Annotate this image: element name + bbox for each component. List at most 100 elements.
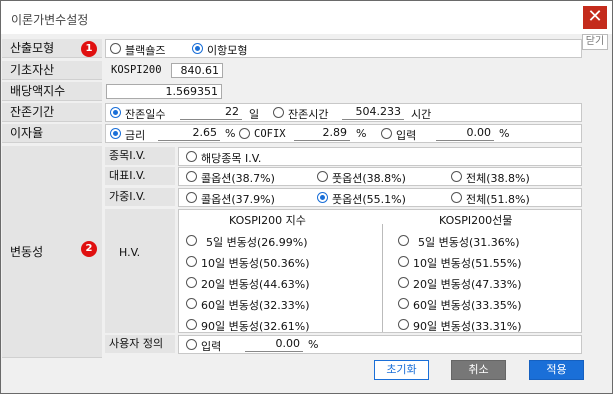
hv-k200-90d-label: 90일 변동성(32.61%): [201, 320, 310, 333]
wgt-iv-put-label: 풋옵션(55.1%): [332, 193, 406, 206]
hv-k200-20d-radio[interactable]: [186, 277, 197, 288]
user-defined-option: 입력: [201, 340, 222, 353]
interest-custom-label: 입력: [396, 129, 417, 142]
user-defined-radio[interactable]: [186, 339, 197, 350]
hv-fut-10d-radio[interactable]: [398, 256, 409, 267]
interest-label-text: 이자율: [10, 126, 44, 140]
underlying-value: 840.61: [171, 63, 223, 78]
hv-k200-10d-label: 10일 변동성(50.36%): [201, 257, 310, 270]
user-defined-row: 입력 0.00 %: [178, 335, 582, 354]
wgt-iv-call-label: 콜옵션(37.9%): [201, 193, 275, 206]
volatility-label-text: 변동성: [10, 245, 44, 259]
rep-iv-put-radio[interactable]: [317, 171, 328, 182]
hv-k200-90d-radio[interactable]: [186, 319, 197, 330]
dividend-label: 배당액지수: [2, 82, 102, 101]
hv-col2-title: KOSPI200선물: [439, 214, 513, 227]
rep-iv-all-label: 전체(38.8%): [466, 172, 530, 185]
hv-fut-90d-label: 90일 변동성(33.31%): [413, 320, 522, 333]
hide-button[interactable]: 닫기: [582, 34, 608, 50]
rep-iv-label: 대표I.V.: [105, 167, 175, 185]
hv-k200-5d-radio[interactable]: [186, 235, 197, 246]
remaining-label: 잔존기간: [2, 103, 102, 122]
calc-model-label-text: 산출모형: [10, 41, 55, 55]
wgt-iv-label: 가중I.V.: [105, 188, 175, 206]
cofix-input[interactable]: 2.89: [294, 126, 350, 141]
blackscholes-label: 블랙숄즈: [125, 44, 166, 57]
interest-custom-input[interactable]: 0.00: [436, 126, 494, 141]
interest-rate-unit: %: [225, 127, 236, 140]
interest-row: 금리 2.65 % COFIX 2.89 % 입력 0.00 %: [105, 124, 582, 143]
close-button[interactable]: ✕: [583, 6, 607, 29]
remaining-days-label: 잔존일수: [125, 108, 166, 121]
hv-fut-90d-radio[interactable]: [398, 319, 409, 330]
hv-panel: KOSPI200 지수 KOSPI200선물 5일 변동성(26.99%) 10…: [178, 209, 582, 333]
underlying-name: KOSPI200: [111, 64, 162, 76]
interest-custom-unit: %: [499, 127, 510, 140]
interest-rate-label: 금리: [125, 129, 146, 142]
wgt-iv-all-label: 전체(51.8%): [466, 193, 530, 206]
rep-iv-put-label: 풋옵션(38.8%): [332, 172, 406, 185]
rep-iv-all-radio[interactable]: [451, 171, 462, 182]
remaining-hours-unit: 시간: [411, 108, 432, 121]
hv-fut-20d-label: 20일 변동성(47.33%): [413, 278, 522, 291]
hv-fut-5d-radio[interactable]: [398, 235, 409, 246]
rep-iv-call-label: 콜옵션(38.7%): [201, 172, 275, 185]
item-iv-option: 해당종목 I.V.: [201, 152, 262, 165]
underlying-label: 기초자산: [2, 61, 102, 80]
remaining-label-text: 잔존기간: [10, 105, 55, 119]
remaining-days-radio[interactable]: [110, 107, 121, 118]
remaining-days-unit: 일: [249, 108, 260, 121]
hv-divider: [382, 224, 383, 332]
hv-k200-60d-label: 60일 변동성(32.33%): [201, 299, 310, 312]
binomial-label: 이항모형: [207, 44, 248, 57]
wgt-iv-row: 콜옵션(37.9%) 풋옵션(55.1%) 전체(51.8%): [178, 188, 582, 207]
remaining-hours-radio[interactable]: [273, 107, 284, 118]
dialog-window: 이론가변수설정 ✕ 닫기 산출모형 1 블랙숄즈 이항모형 기초자산 KOSPI…: [0, 0, 613, 394]
user-defined-label: 사용자 정의: [105, 335, 175, 353]
hv-col1-title: KOSPI200 지수: [229, 214, 306, 227]
hv-fut-5d-label: 5일 변동성(31.36%): [418, 236, 520, 249]
user-defined-input[interactable]: 0.00: [245, 337, 303, 352]
remaining-row: 잔존일수 22 일 잔존시간 504.233 시간: [105, 103, 582, 122]
blackscholes-radio[interactable]: [110, 43, 121, 54]
wgt-iv-all-radio[interactable]: [451, 192, 462, 203]
window-title: 이론가변수설정: [11, 13, 89, 27]
rep-iv-row: 콜옵션(38.7%) 풋옵션(38.8%) 전체(38.8%): [178, 167, 582, 186]
hv-k200-5d-label: 5일 변동성(26.99%): [206, 236, 308, 249]
hv-k200-20d-label: 20일 변동성(44.63%): [201, 278, 310, 291]
item-iv-radio[interactable]: [186, 151, 197, 162]
wgt-iv-call-radio[interactable]: [186, 192, 197, 203]
hv-k200-60d-radio[interactable]: [186, 298, 197, 309]
badge-1: 1: [81, 41, 97, 57]
interest-custom-radio[interactable]: [381, 128, 392, 139]
underlying-label-text: 기초자산: [10, 63, 55, 77]
dividend-input[interactable]: 1.569351: [106, 84, 222, 99]
hv-fut-60d-radio[interactable]: [398, 298, 409, 309]
item-iv-label: 종목I.V.: [105, 147, 175, 165]
rep-iv-call-radio[interactable]: [186, 171, 197, 182]
binomial-radio[interactable]: [192, 43, 203, 54]
dividend-label-text: 배당액지수: [10, 84, 66, 98]
reset-button[interactable]: 초기화: [374, 360, 429, 380]
hv-fut-60d-label: 60일 변동성(33.35%): [413, 299, 522, 312]
hv-label: H.V.: [105, 209, 175, 333]
badge-2: 2: [81, 241, 97, 257]
hv-fut-10d-label: 10일 변동성(51.55%): [413, 257, 522, 270]
cofix-radio[interactable]: [239, 128, 250, 139]
apply-button[interactable]: 적용: [529, 360, 584, 380]
hv-fut-20d-radio[interactable]: [398, 277, 409, 288]
interest-rate-input[interactable]: 2.65: [158, 126, 220, 141]
underlying-row: KOSPI200 840.61: [105, 61, 582, 80]
hv-k200-10d-radio[interactable]: [186, 256, 197, 267]
dividend-row: 1.569351: [105, 82, 582, 101]
cofix-label: COFIX: [254, 128, 286, 140]
user-defined-unit: %: [308, 338, 319, 351]
title-bar: 이론가변수설정 ✕: [1, 1, 612, 34]
remaining-hours-label: 잔존시간: [288, 108, 329, 121]
cancel-button[interactable]: 취소: [451, 360, 506, 380]
interest-rate-radio[interactable]: [110, 128, 121, 139]
remaining-hours-input[interactable]: 504.233: [342, 105, 404, 120]
item-iv-row: 해당종목 I.V.: [178, 147, 582, 166]
remaining-days-input[interactable]: 22: [180, 105, 242, 120]
wgt-iv-put-radio[interactable]: [317, 192, 328, 203]
